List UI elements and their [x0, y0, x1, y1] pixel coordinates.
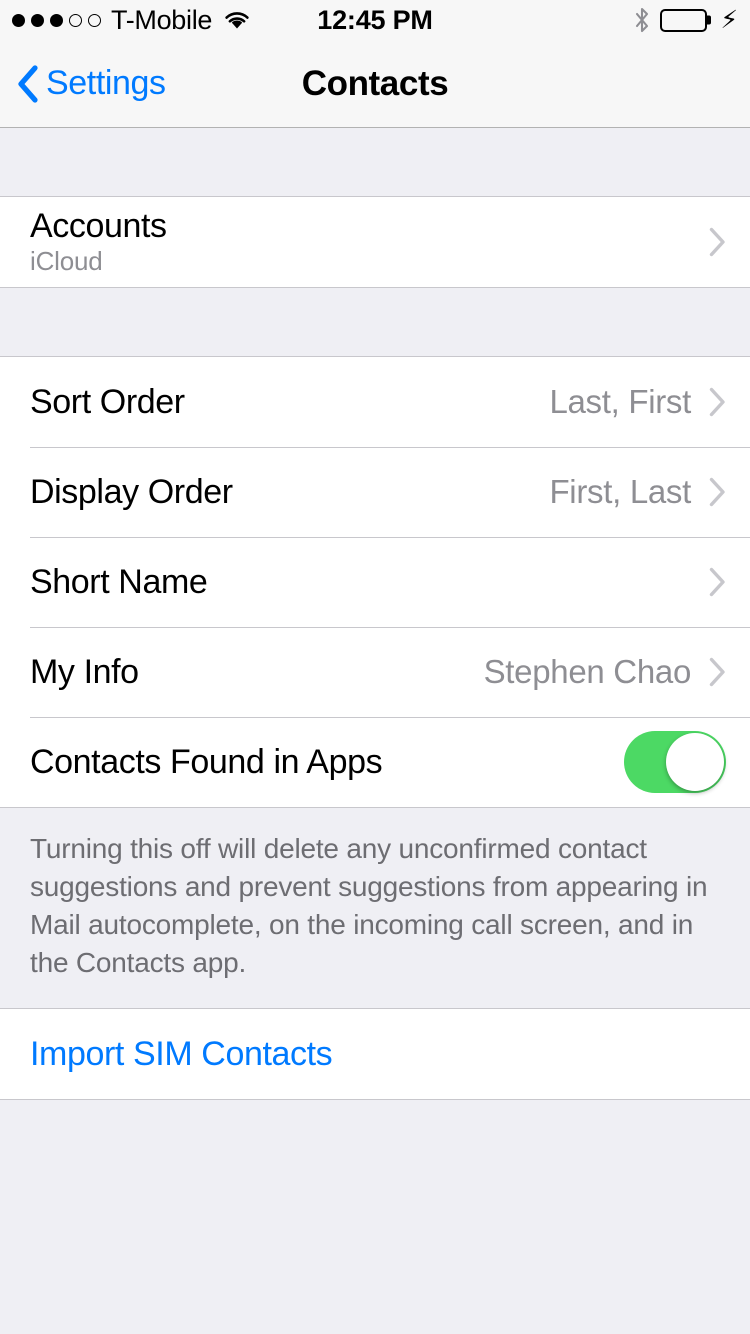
contacts-found-in-apps-label: Contacts Found in Apps: [30, 742, 383, 781]
signal-dot-filled: [50, 13, 63, 27]
signal-dot-empty: [69, 13, 82, 27]
display-order-value: First, Last: [549, 473, 691, 510]
back-button-label: Settings: [46, 64, 166, 102]
chevron-left-icon: [16, 64, 38, 103]
my-info-label: My Info: [30, 652, 139, 691]
chevron-right-icon: [709, 567, 726, 597]
status-bar-left: T-Mobile: [12, 5, 252, 36]
contacts-options-group: Sort Order Last, First Display Order Fir…: [0, 356, 750, 808]
lightning-bolt-icon: ⚡: [720, 5, 738, 34]
accounts-row[interactable]: Accounts iCloud: [0, 197, 750, 287]
signal-dot-filled: [31, 13, 44, 27]
signal-strength-icon: [12, 13, 101, 27]
chevron-right-icon: [709, 387, 726, 417]
accounts-row-subtitle: iCloud: [30, 246, 103, 277]
chevron-right-icon: [709, 657, 726, 687]
status-bar-right: ⚡: [633, 7, 738, 33]
my-info-value: Stephen Chao: [483, 653, 692, 690]
battery-icon: [660, 8, 708, 32]
chevron-right-icon: [709, 227, 726, 257]
bluetooth-icon: [633, 7, 651, 33]
contacts-found-in-apps-toggle[interactable]: [624, 731, 726, 793]
accounts-group: Accounts iCloud: [0, 196, 750, 288]
contacts-found-in-apps-footer: Turning this off will delete any unconfi…: [0, 808, 750, 1009]
import-sim-contacts-row[interactable]: Import SIM Contacts: [0, 1009, 750, 1100]
carrier-label: T-Mobile: [111, 4, 213, 35]
iphone-screen: T-Mobile 12:45 PM ⚡ Settings Contacts Ac…: [0, 0, 750, 1334]
navigation-bar: Settings Contacts: [0, 40, 750, 128]
back-button[interactable]: Settings: [0, 64, 166, 103]
chevron-right-icon: [709, 477, 726, 507]
short-name-row[interactable]: Short Name: [0, 537, 750, 627]
toggle-knob: [666, 733, 724, 791]
import-group: Import SIM Contacts: [0, 1008, 750, 1101]
import-sim-contacts-label: Import SIM Contacts: [30, 1035, 333, 1074]
sort-order-row[interactable]: Sort Order Last, First: [0, 357, 750, 447]
section-gap: [0, 128, 750, 196]
sort-order-label: Sort Order: [30, 382, 185, 421]
status-bar: T-Mobile 12:45 PM ⚡: [0, 0, 750, 40]
wifi-icon: [222, 8, 252, 32]
display-order-row[interactable]: Display Order First, Last: [0, 447, 750, 537]
short-name-label: Short Name: [30, 562, 208, 601]
accounts-row-title: Accounts: [30, 207, 167, 246]
sort-order-value: Last, First: [549, 383, 691, 420]
display-order-label: Display Order: [30, 472, 233, 511]
contacts-found-in-apps-row[interactable]: Contacts Found in Apps: [0, 717, 750, 807]
section-gap: [0, 288, 750, 356]
my-info-row[interactable]: My Info Stephen Chao: [0, 627, 750, 717]
accounts-row-texts: Accounts iCloud: [30, 207, 167, 277]
signal-dot-empty: [88, 13, 101, 27]
signal-dot-filled: [12, 13, 25, 27]
